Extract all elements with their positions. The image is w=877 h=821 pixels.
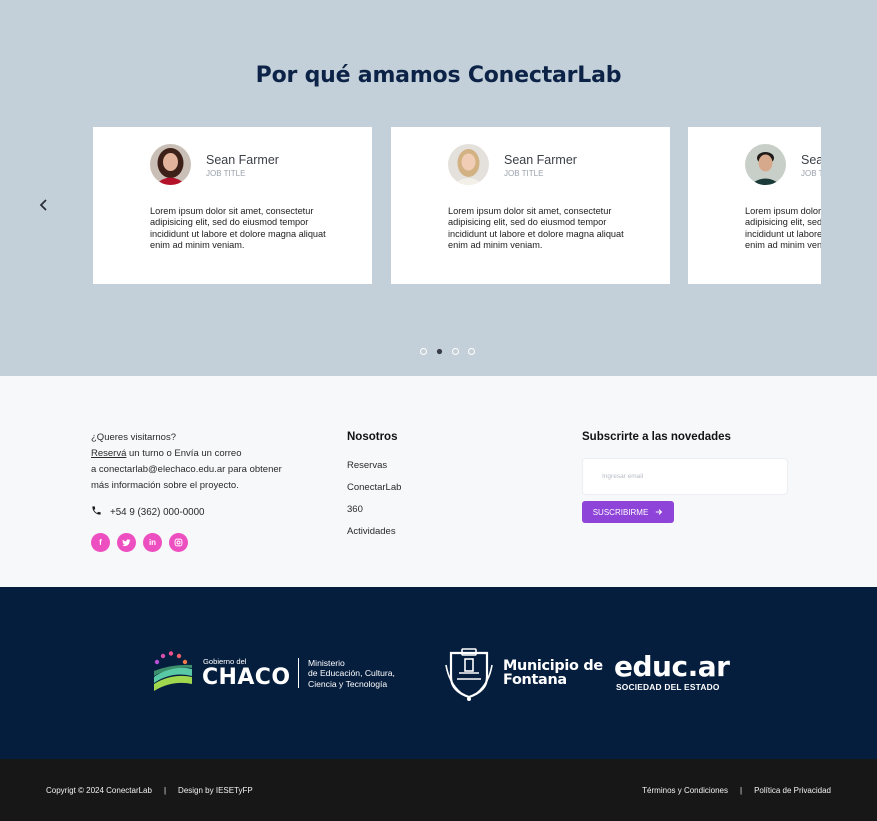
design-credit-link[interactable]: Design by IESETyFP: [178, 786, 253, 795]
testimonial-name: Sean Farmer: [801, 153, 821, 167]
subscribe-button-label: SUSCRIBIRME: [592, 507, 649, 517]
testimonial-carousel[interactable]: Sean Farmer JOB TITLE Lorem ipsum dolor …: [93, 127, 821, 284]
chaco-name: CHACO: [202, 665, 291, 690]
reserve-link[interactable]: Reservá: [91, 448, 126, 459]
carousel-dot[interactable]: [420, 348, 427, 355]
carousel-pagination: [420, 348, 475, 355]
ministry-text: Ministerio de Educación, Cultura, Cienci…: [308, 658, 395, 689]
avatar: [745, 144, 786, 185]
nosotros-links: Reservas ConectarLab 360 Actividades: [347, 460, 401, 548]
terms-link[interactable]: Términos y Condiciones: [642, 786, 728, 795]
carousel-dot-active[interactable]: [436, 348, 443, 355]
social-links: f in: [91, 533, 188, 552]
testimonial-role: JOB TITLE: [206, 169, 246, 178]
arrow-right-icon: [656, 509, 663, 515]
contact-line: ¿Queres visitarnos?: [91, 432, 177, 443]
phone-number: +54 9 (362) 000-0000: [110, 506, 205, 518]
separator: |: [163, 786, 167, 795]
instagram-icon[interactable]: [169, 533, 188, 552]
fontana-text: Municipio de Fontana: [503, 658, 603, 688]
contact-line-rest: un turno o Envía un correo: [126, 448, 242, 459]
section-title: Por qué amamos ConectarLab: [255, 63, 622, 88]
footer-info: ¿Queres visitarnos? Reservá un turno o E…: [0, 376, 877, 587]
testimonial-name: Sean Farmer: [504, 153, 577, 167]
twitter-icon[interactable]: [117, 533, 136, 552]
linkedin-icon[interactable]: in: [143, 533, 162, 552]
testimonial-text: Lorem ipsum dolor sit amet, consectetur …: [150, 206, 326, 251]
educ-name: educ.ar: [614, 650, 730, 683]
testimonial-card: Sean Farmer JOB TITLE Lorem ipsum dolor …: [688, 127, 821, 284]
nosotros-title: Nosotros: [347, 431, 398, 443]
nav-link-reservas[interactable]: Reservas: [347, 460, 401, 482]
subscribe-button[interactable]: SUSCRIBIRME: [582, 501, 674, 523]
phone-icon: [91, 505, 102, 519]
carousel-dot[interactable]: [452, 348, 459, 355]
facebook-icon[interactable]: f: [91, 533, 110, 552]
chaco-emblem-icon: [154, 651, 192, 691]
testimonial-card: Sean Farmer JOB TITLE Lorem ipsum dolor …: [391, 127, 670, 284]
avatar: [150, 144, 191, 185]
phone-row: +54 9 (362) 000-0000: [91, 505, 205, 519]
chevron-left-icon[interactable]: [37, 197, 51, 213]
testimonial-card: Sean Farmer JOB TITLE Lorem ipsum dolor …: [93, 127, 372, 284]
nav-link-360[interactable]: 360: [347, 504, 401, 526]
fontana-shield-icon: [445, 648, 493, 701]
bottom-bar: Copyrigt © 2024 ConectarLab | Design by …: [0, 759, 877, 821]
sponsors-section: Gobierno del CHACO Ministerio de Educaci…: [0, 587, 877, 759]
educ-logo: educ.ar SOCIEDAD DEL ESTADO: [614, 650, 734, 693]
privacy-link[interactable]: Política de Privacidad: [754, 786, 831, 795]
divider: [298, 658, 299, 688]
email-input[interactable]: [582, 458, 788, 495]
contact-line: Reservá un turno o Envía un correo: [91, 446, 311, 462]
testimonial-role: JOB TITLE: [801, 169, 821, 178]
nav-link-conectarlab[interactable]: ConectarLab: [347, 482, 401, 504]
educ-subtitle: SOCIEDAD DEL ESTADO: [616, 682, 720, 692]
separator: |: [739, 786, 743, 795]
contact-text: ¿Queres visitarnos? Reservá un turno o E…: [91, 430, 311, 494]
contact-line: a conectarlab@elechaco.edu.ar para obten…: [91, 464, 282, 475]
testimonials-section: Por qué amamos ConectarLab Sean Farmer J…: [0, 0, 877, 376]
bottom-right: Términos y Condiciones | Política de Pri…: [642, 786, 831, 795]
nav-link-actividades[interactable]: Actividades: [347, 526, 401, 548]
avatar: [448, 144, 489, 185]
testimonial-text: Lorem ipsum dolor sit amet, consectetur …: [448, 206, 624, 251]
testimonial-name: Sean Farmer: [206, 153, 279, 167]
contact-line: más información sobre el proyecto.: [91, 480, 239, 491]
subscribe-title: Subscrirte a las novedades: [582, 431, 731, 443]
testimonial-text: Lorem ipsum dolor sit amet, consectetur …: [745, 206, 821, 251]
bottom-left: Copyrigt © 2024 ConectarLab | Design by …: [46, 786, 253, 795]
carousel-dot[interactable]: [468, 348, 475, 355]
copyright-text: Copyrigt © 2024 ConectarLab: [46, 786, 152, 795]
testimonial-role: JOB TITLE: [504, 169, 544, 178]
